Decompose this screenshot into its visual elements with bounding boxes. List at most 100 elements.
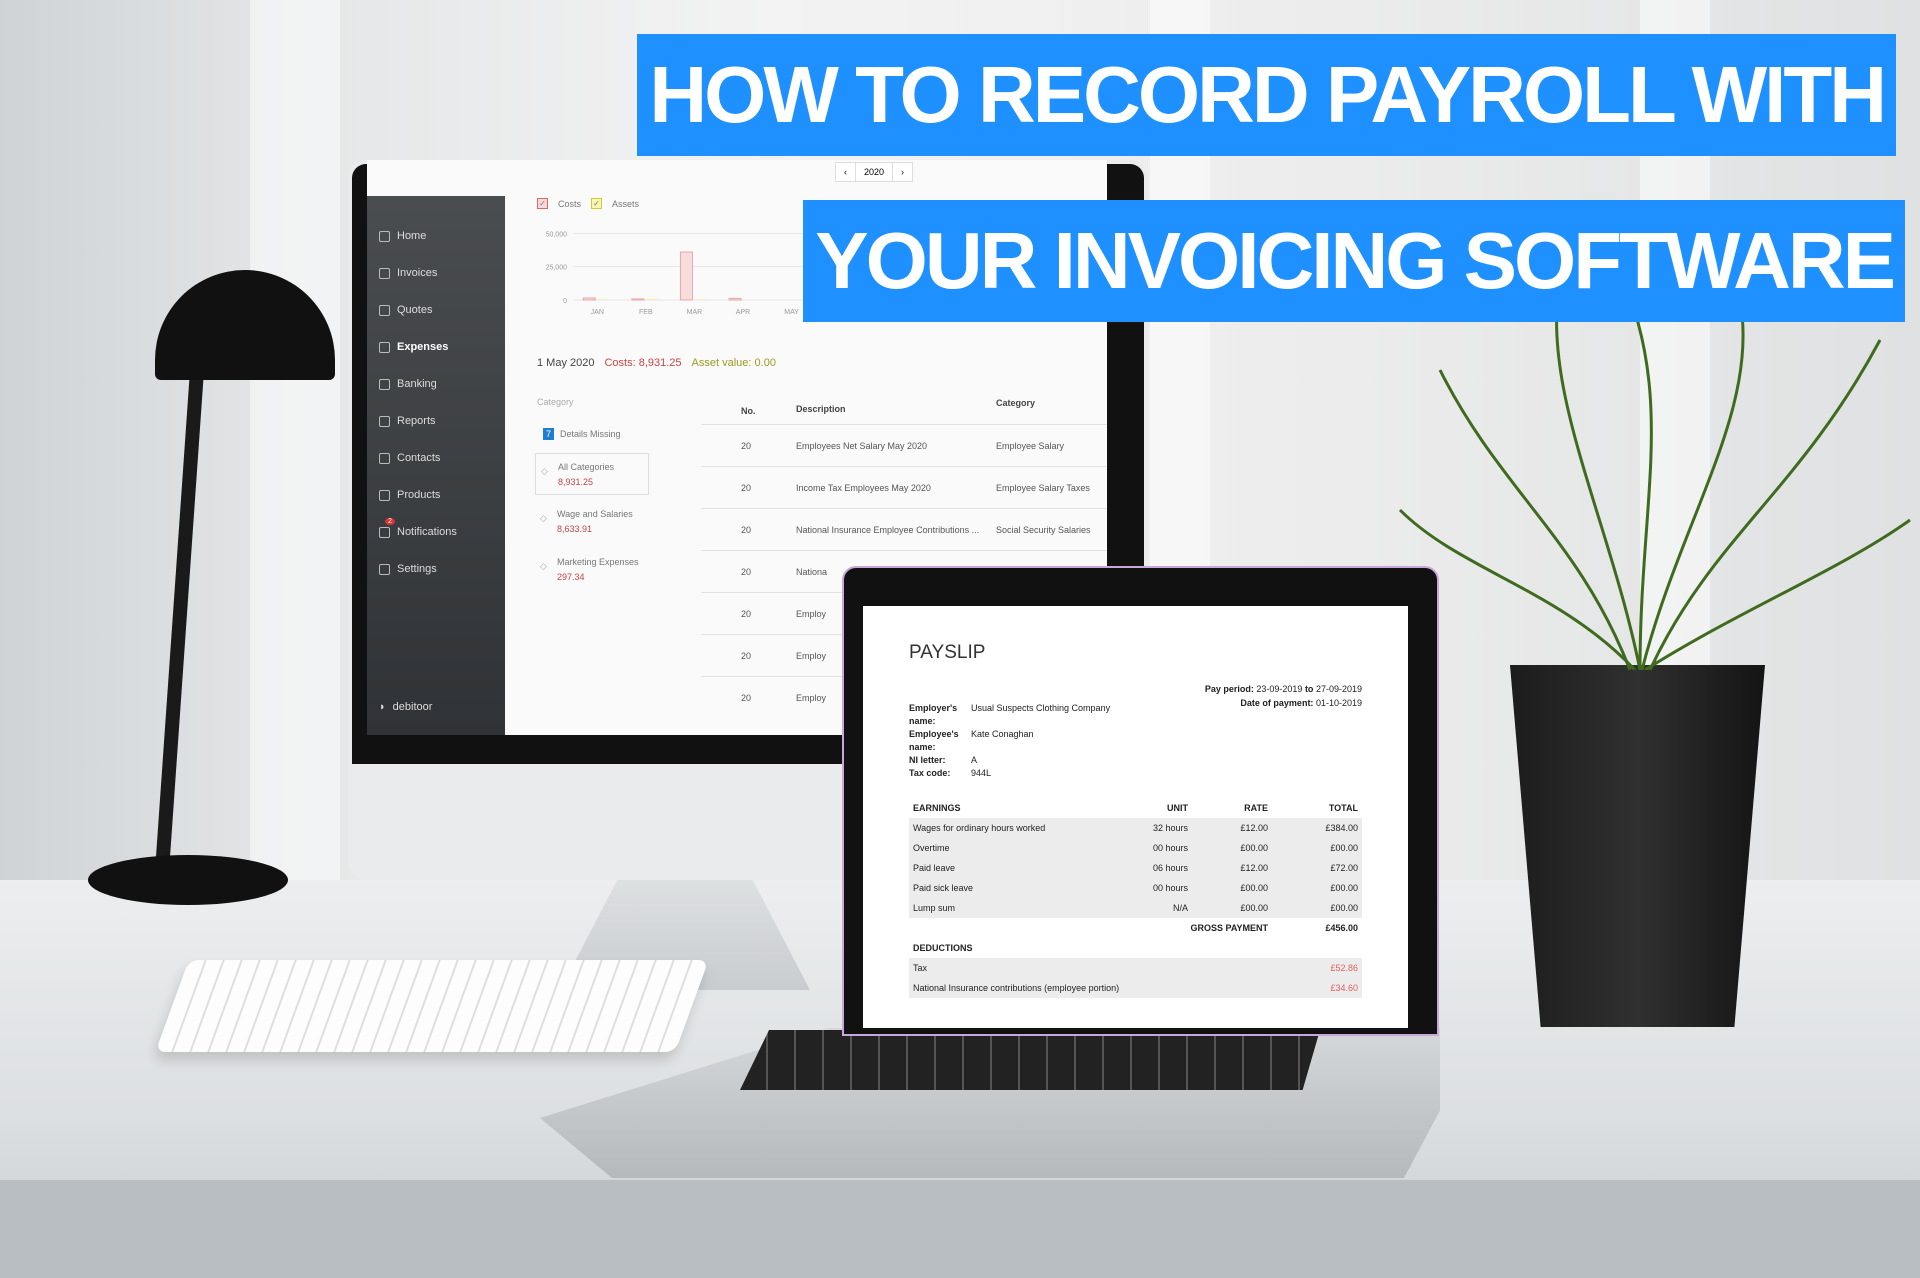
deduction-row: National Insurance contributions (employ…: [909, 978, 1362, 998]
earnings-unit: 00 hours: [1152, 843, 1188, 853]
payslip: PAYSLIP Pay period: 23-09-2019 to 27-09-…: [863, 606, 1408, 1028]
costs-bar: [631, 298, 645, 301]
sidebar-item-label: Notifications: [397, 526, 457, 538]
category-item[interactable]: ◇ Wage and Salaries 8,633.91: [535, 501, 649, 543]
unit-header: UNIT: [1167, 803, 1188, 813]
notification-badge: 2: [385, 518, 395, 525]
deduction-name: Tax: [913, 963, 928, 973]
pay-to: 27-09-2019: [1315, 684, 1362, 694]
row-no: 20: [741, 441, 752, 451]
contacts-icon: [379, 452, 390, 464]
headline-line-2: YOUR INVOICING SOFTWARE: [803, 200, 1905, 322]
sidebar-item-contacts[interactable]: Contacts: [379, 452, 440, 464]
field-label: Employee's name:: [909, 729, 959, 752]
sidebar-item-banking[interactable]: Banking: [379, 378, 437, 390]
deduction-name: National Insurance contributions (employ…: [913, 983, 1120, 993]
earnings-row: Lump sum N/A £00.00 £00.00: [909, 898, 1362, 918]
tag-icon: [379, 489, 390, 501]
col-no: No.: [741, 406, 756, 416]
field-value: 944L: [971, 768, 992, 778]
field-value: Usual Suspects Clothing Company: [971, 703, 1111, 713]
row-description: Employ: [796, 651, 827, 661]
category-amount: 297.34: [557, 572, 585, 582]
tag-icon: ◇: [540, 513, 547, 523]
brand-name: debitoor: [392, 701, 433, 713]
earnings-name: Wages for ordinary hours worked: [913, 823, 1046, 833]
details-missing-count: 7: [543, 428, 555, 440]
earnings-unit: N/A: [1172, 903, 1188, 913]
earnings-rate: £00.00: [1240, 883, 1268, 893]
category-label: Category: [537, 397, 574, 407]
sidebar-item-settings[interactable]: Settings: [379, 563, 437, 575]
row-no: 20: [741, 525, 752, 535]
row-category: Social Security Salaries: [996, 525, 1091, 535]
gross-label: GROSS PAYMENT: [1190, 923, 1268, 933]
desk-front: [0, 1180, 1920, 1278]
earnings-unit: 32 hours: [1152, 823, 1188, 833]
earnings-row: Wages for ordinary hours worked 32 hours £…: [909, 818, 1362, 838]
brand-logo: ◗ debitoor: [379, 701, 432, 713]
row-description: National Insurance Employee Contribution…: [796, 525, 980, 535]
reports-icon: [379, 415, 390, 427]
prev-year-button[interactable]: ‹: [836, 163, 855, 181]
sidebar-item-label: Banking: [397, 378, 437, 390]
payslip-field: Employee's name: Kate Conaghan: [909, 728, 1362, 754]
sidebar-item-invoices[interactable]: Invoices: [379, 267, 437, 279]
earnings-unit: 06 hours: [1152, 863, 1188, 873]
y-tick-label: 50,000: [546, 231, 568, 238]
assets-checkbox[interactable]: ✓: [591, 198, 603, 209]
next-year-button[interactable]: ›: [893, 163, 912, 181]
sidebar-item-products[interactable]: Products: [379, 489, 440, 501]
earnings-name: Paid leave: [913, 863, 956, 873]
row-no: 20: [741, 693, 752, 703]
gross-value: £456.00: [1325, 923, 1358, 933]
costs-bar: [582, 297, 596, 301]
sidebar-item-reports[interactable]: Reports: [379, 415, 436, 427]
row-description: Nationa: [796, 567, 828, 577]
category-name: Wage and Salaries: [557, 509, 633, 519]
earnings-total: £00.00: [1330, 903, 1358, 913]
earnings-row: Paid sick leave 00 hours £00.00 £00.00: [909, 878, 1362, 898]
expenses-icon: [379, 341, 390, 353]
sidebar-item-home[interactable]: Home: [379, 230, 426, 242]
category-item[interactable]: ◇ Marketing Expenses 297.34: [535, 549, 649, 591]
earnings-rate: £00.00: [1240, 843, 1268, 853]
category-name: Marketing Expenses: [557, 557, 639, 567]
deduction-row: Tax £52.86: [909, 958, 1362, 978]
earnings-name: Overtime: [913, 843, 950, 853]
costs-bar: [679, 251, 693, 301]
category-amount: 8,931.25: [558, 477, 594, 487]
year-picker: ‹ 2020 ›: [835, 162, 914, 182]
earnings-total: £384.00: [1325, 823, 1358, 833]
invoice-icon: [379, 267, 390, 279]
pay-period-label: Pay period:: [1204, 684, 1254, 694]
payment-date: 01-10-2019: [1315, 698, 1362, 708]
x-tick-label: MAY: [784, 309, 799, 316]
row-no: 20: [741, 651, 752, 661]
earnings-rate: £00.00: [1240, 903, 1268, 913]
table-row[interactable]: 20 National Insurance Employee Contributi…: [701, 508, 1107, 550]
x-tick-label: MAR: [687, 309, 703, 316]
payslip-field: Tax code: 944L: [909, 767, 1362, 780]
summary-assets: Asset value: 0.00: [691, 357, 776, 369]
row-description: Employ: [796, 609, 827, 619]
category-item[interactable]: ◇ All Categories 8,931.25: [535, 453, 649, 495]
table-header: No. Description Category: [701, 390, 1107, 424]
costs-checkbox[interactable]: ✓: [537, 198, 548, 209]
summary: 1 May 2020 Costs: 8,931.25 Asset value: …: [537, 357, 776, 369]
table-row[interactable]: 20 Income Tax Employees May 2020 Employee …: [701, 466, 1107, 508]
field-label: NI letter:: [909, 755, 946, 765]
assets-legend-label: Assets: [612, 198, 640, 209]
earnings-total: £00.00: [1330, 843, 1358, 853]
row-description: Employ: [796, 693, 827, 703]
details-missing[interactable]: 7 Details Missing: [543, 428, 621, 440]
year-value: 2020: [855, 163, 894, 181]
sidebar-item-quotes[interactable]: Quotes: [379, 304, 432, 316]
table-row[interactable]: 20 Employees Net Salary May 2020 Employee …: [701, 424, 1107, 466]
sidebar-item-label: Invoices: [397, 267, 438, 279]
category-amount: 8,633.91: [557, 524, 593, 534]
sidebar-item-expenses[interactable]: Expenses: [379, 341, 448, 353]
total-header: TOTAL: [1328, 803, 1358, 813]
sidebar-item-notifications[interactable]: Notifications 2: [379, 518, 457, 538]
tag-icon: ◇: [541, 466, 548, 476]
